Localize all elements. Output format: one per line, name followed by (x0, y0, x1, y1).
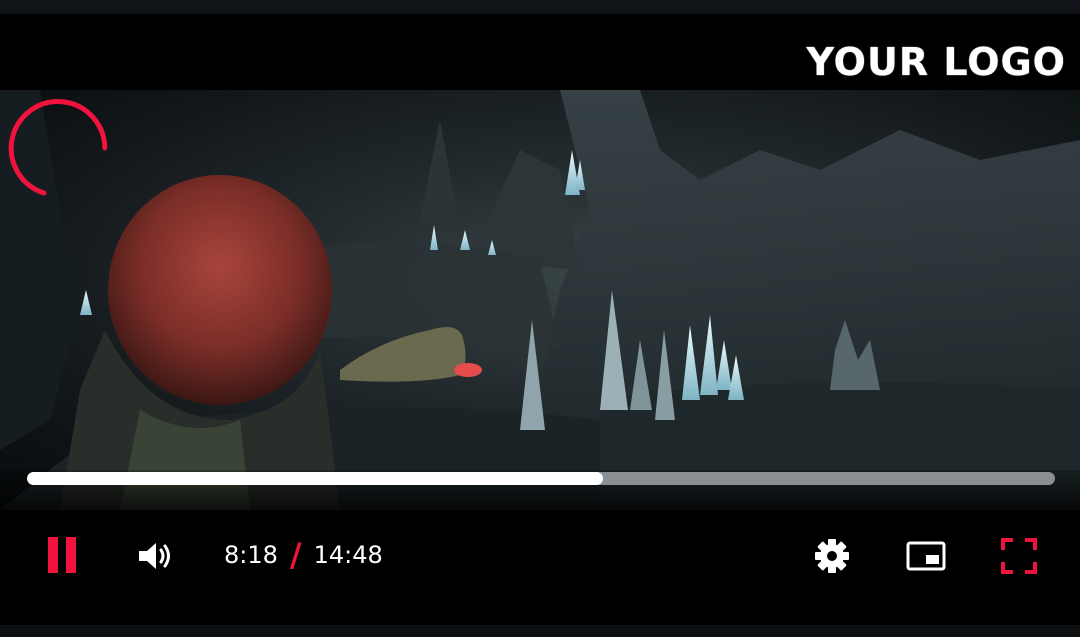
video-player: YOUR LOGO 8:18 / 14:48 (0, 0, 1080, 637)
gear-icon (815, 539, 849, 573)
volume-button[interactable] (134, 536, 176, 576)
brand-logo: YOUR LOGO (806, 40, 1066, 84)
buffering-spinner (8, 99, 108, 196)
top-edge (0, 0, 1080, 14)
current-time: 8:18 (224, 541, 278, 569)
fullscreen-icon (1001, 538, 1037, 574)
miniplayer-button[interactable] (902, 535, 950, 577)
speaker-icon (139, 543, 170, 569)
fullscreen-button[interactable] (996, 533, 1042, 579)
time-display: 8:18 / 14:48 (224, 536, 383, 574)
time-separator: / (289, 536, 302, 574)
duration: 14:48 (313, 541, 383, 569)
settings-button[interactable] (810, 535, 854, 577)
picture-in-picture-icon (906, 541, 946, 571)
video-scene (0, 90, 1080, 510)
pause-button[interactable] (40, 534, 84, 576)
top-bar: YOUR LOGO (0, 14, 1080, 90)
progress-played (27, 472, 603, 485)
bottom-edge (0, 625, 1080, 637)
pause-icon (48, 537, 76, 573)
video-frame[interactable] (0, 90, 1080, 510)
progress-bar[interactable] (27, 472, 1055, 485)
